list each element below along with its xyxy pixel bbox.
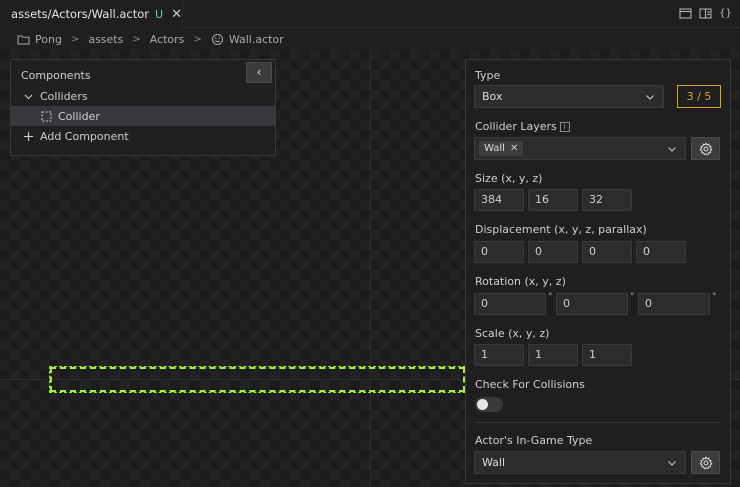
size-label: Size (x, y, z) [475,172,543,185]
displacement-y-input[interactable]: 0 [528,241,578,263]
displacement-label: Displacement (x, y, z, parallax) [475,223,647,236]
rotation-label: Rotation (x, y, z) [475,275,566,288]
tree-item-label: Collider [58,109,100,123]
degree-unit: ° [630,292,635,302]
breadcrumb-item-assets[interactable]: assets [88,33,123,46]
gear-icon [699,456,713,470]
displacement-x-input[interactable]: 0 [474,241,524,263]
rotation-z-input[interactable]: 0 [638,293,710,315]
split-editor-icon[interactable] [679,7,692,20]
breadcrumb-item-wall-actor[interactable]: Wall.actor [211,33,284,46]
collider-box-outline[interactable] [50,367,465,392]
type-label: Type [475,69,501,82]
chevron-right-icon: > [132,33,141,45]
collider-layers-multiselect[interactable]: Wall ✕ [474,137,686,160]
gear-icon [699,142,713,156]
breadcrumb-label: assets [88,32,124,46]
scale-y-input[interactable]: 1 [528,344,578,366]
ingame-type-label: Actor's In-Game Type [475,434,593,447]
collider-layers-label-text: Collider Layers [475,120,557,133]
chevron-down-icon [668,147,676,152]
degree-unit: ° [548,292,553,302]
inspector-panel: Type Box 3 / 5 Collider Layers i Wall ✕ S… [465,59,731,484]
tree-item-collider[interactable]: Collider [11,106,275,126]
info-icon[interactable]: i [559,122,570,132]
collider-layers-label: Collider Layers i [475,120,570,133]
layer-chip-label: Wall [484,143,505,154]
section-divider [475,422,721,423]
collapse-panel-button[interactable]: ‹ [246,62,272,83]
components-panel: Components ‹ Colliders Collider Add Comp… [10,59,276,156]
toggle-knob [477,399,488,410]
breadcrumb: Pong > assets > Actors > Wall.actor [0,28,740,50]
scale-label: Scale (x, y, z) [475,327,550,340]
rotation-x-input[interactable]: 0 [474,293,546,315]
breadcrumb-item-actors[interactable]: Actors [150,33,185,46]
degree-unit: ° [712,292,717,302]
chevron-right-icon: > [70,33,80,45]
tab-title: assets/Actors/Wall.actor [11,7,150,21]
add-component-label: Add Component [40,129,129,143]
breadcrumb-label: Pong [35,32,62,46]
ingame-type-select[interactable]: Wall [474,451,686,474]
git-status-badge: U [155,7,164,21]
smiley-icon [211,33,223,45]
type-select[interactable]: Box [474,85,664,108]
ingame-type-settings-button[interactable] [691,451,720,474]
check-collisions-label: Check For Collisions [475,378,585,391]
scale-x-input[interactable]: 1 [474,344,524,366]
tree-item-label: Colliders [40,89,88,103]
rotation-y-input[interactable]: 0 [556,293,628,315]
folder-icon [17,35,30,44]
chevron-down-icon [24,94,33,99]
breadcrumb-label: Actors [149,32,185,46]
editor-tab-bar: assets/Actors/Wall.actor U ✕ {} [0,0,740,28]
chevron-down-icon [646,95,654,100]
editor-actions: {} [679,7,732,20]
tree-item-colliders[interactable]: Colliders [11,86,275,106]
plus-icon [24,131,33,141]
breadcrumb-label: Wall.actor [228,32,284,46]
type-counter-badge: 3 / 5 [677,85,721,108]
tab-wall-actor[interactable]: assets/Actors/Wall.actor U ✕ [0,0,183,28]
displacement-z-input[interactable]: 0 [582,241,632,263]
chevron-right-icon: > [193,33,202,45]
add-component-button[interactable]: Add Component [11,126,275,146]
layer-chip-wall: Wall ✕ [479,141,524,156]
chevron-down-icon [668,461,676,466]
ingame-type-value: Wall [482,456,506,469]
scale-z-input[interactable]: 1 [582,344,632,366]
collider-layers-settings-button[interactable] [691,137,720,160]
components-heading: Components [21,69,91,82]
type-select-value: Box [482,90,503,103]
displacement-parallax-input[interactable]: 0 [636,241,686,263]
braces-icon[interactable]: {} [719,7,732,20]
preview-icon[interactable] [699,7,712,20]
scene-axis-vertical [370,50,371,487]
dashed-box-icon [41,111,52,121]
size-z-input[interactable]: 32 [582,189,632,211]
check-collisions-toggle[interactable] [475,397,503,412]
breadcrumb-item-pong[interactable]: Pong [17,33,62,46]
size-x-input[interactable]: 384 [474,189,524,211]
remove-chip-icon[interactable]: ✕ [510,143,518,154]
close-icon[interactable]: ✕ [171,8,182,21]
size-y-input[interactable]: 16 [528,189,578,211]
